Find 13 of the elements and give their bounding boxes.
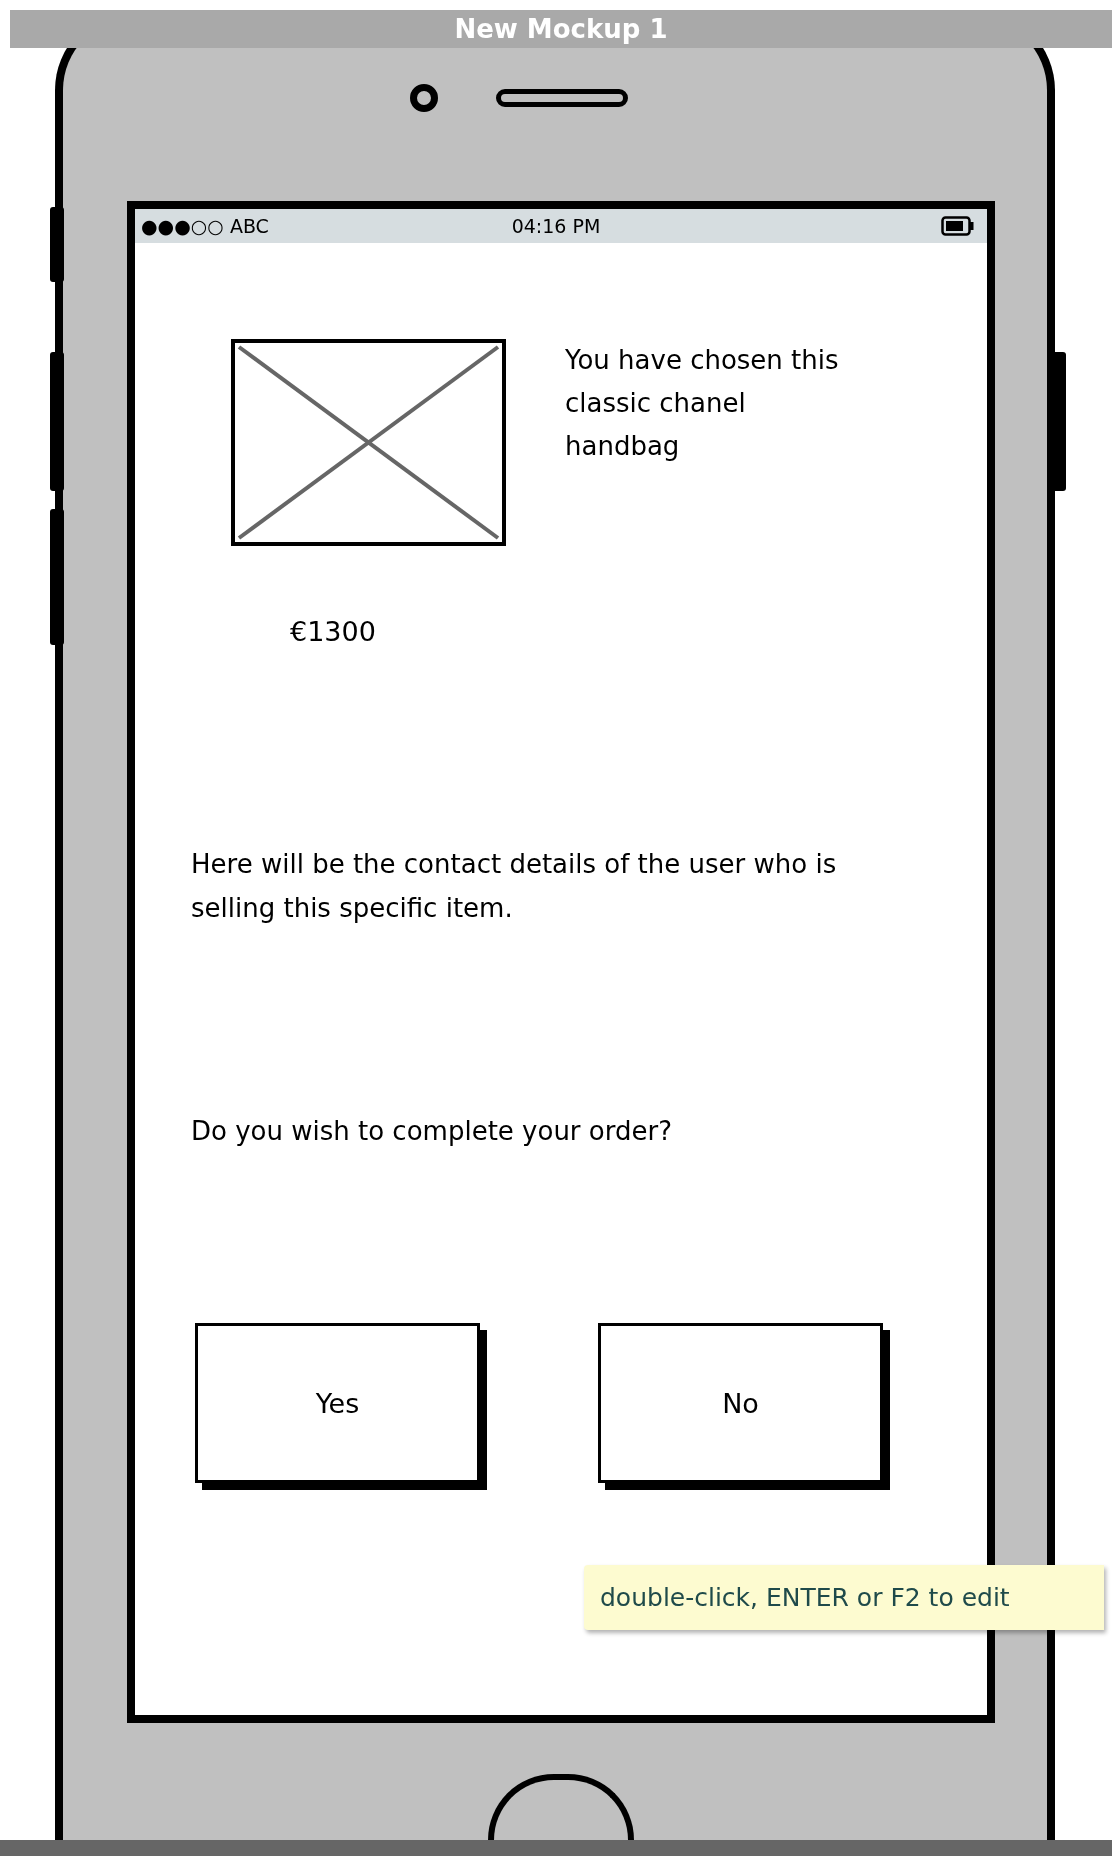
battery-icon bbox=[941, 216, 975, 236]
signal-indicator: ●●●○○ bbox=[141, 215, 224, 237]
order-question: Do you wish to complete your order? bbox=[191, 1116, 673, 1146]
product-description: You have chosen this classic chanel handbag bbox=[565, 344, 840, 463]
camera-icon bbox=[410, 84, 438, 112]
product-price: €1300 bbox=[290, 616, 377, 647]
contact-details-text: Here will be the contact details of the user who is selling this specific item. bbox=[191, 848, 838, 925]
window-title: New Mockup 1 bbox=[454, 14, 668, 44]
tooltip: double-click, ENTER or F2 to edit bbox=[584, 1565, 1104, 1630]
image-placeholder-icon bbox=[231, 339, 506, 546]
speaker-icon bbox=[496, 89, 628, 107]
carrier-name: ABC bbox=[229, 215, 269, 237]
status-time: 04:16 PM bbox=[511, 215, 601, 237]
